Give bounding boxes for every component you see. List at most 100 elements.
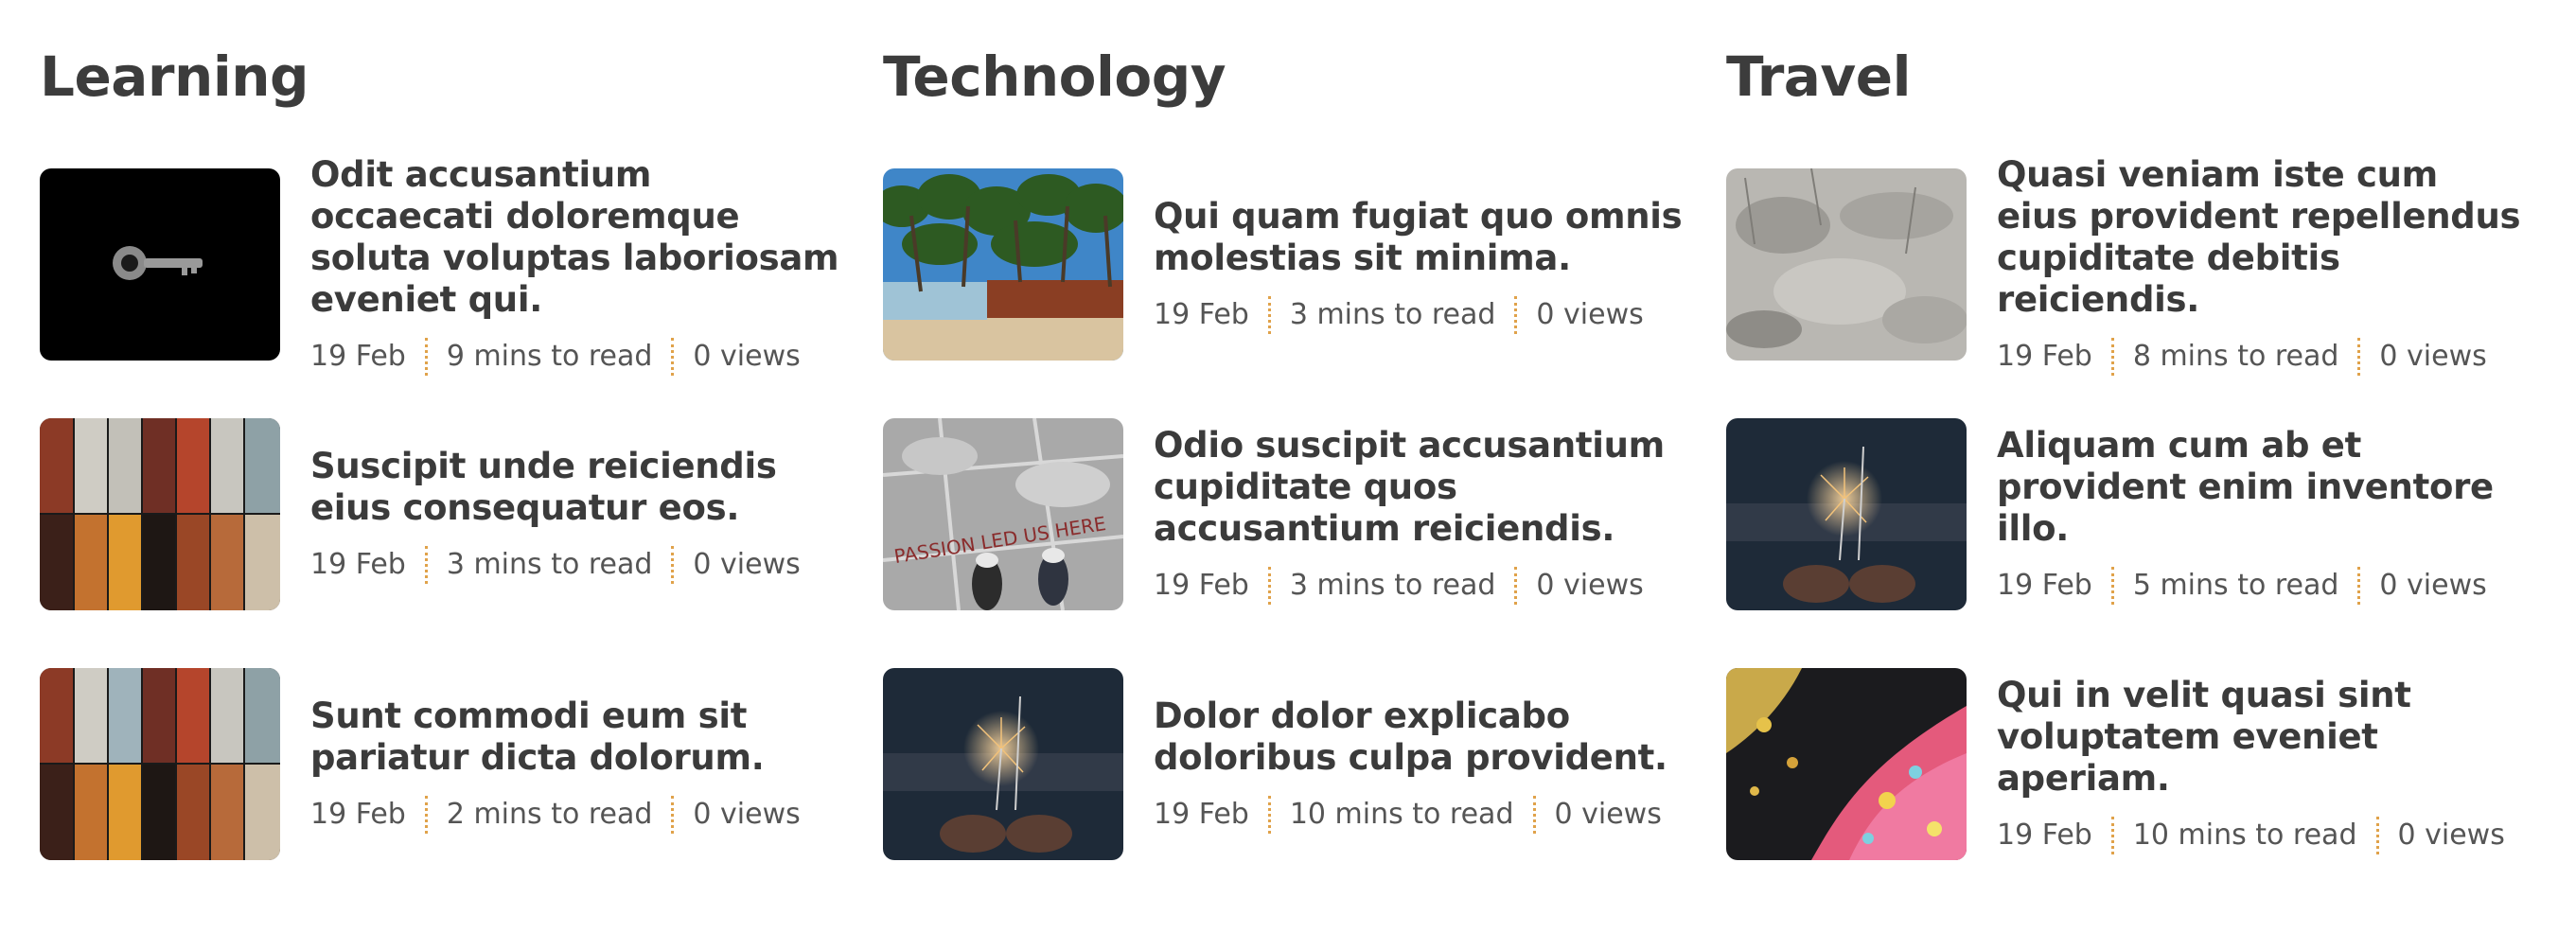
post-card[interactable]: Qui in velit quasi sint voluptatem eveni… xyxy=(1726,668,2569,860)
section-title[interactable]: Travel xyxy=(1726,38,2569,115)
post-meta: 19 Feb 10 mins to read 0 views xyxy=(1154,795,1684,834)
post-date: 19 Feb xyxy=(310,548,406,581)
post-meta: 19 Feb 8 mins to read 0 views xyxy=(1997,337,2527,376)
post-body: Aliquam cum ab et provident enim invento… xyxy=(1997,425,2527,605)
lockers-image[interactable] xyxy=(40,418,280,610)
post-views: 0 views xyxy=(2397,819,2505,852)
sparklers-image[interactable] xyxy=(1726,418,1967,610)
post-read-time: 9 mins to read xyxy=(446,340,653,373)
post-title[interactable]: Aliquam cum ab et provident enim invento… xyxy=(1997,425,2527,550)
lockers-image[interactable] xyxy=(40,668,280,860)
post-views: 0 views xyxy=(1536,298,1644,331)
meta-separator xyxy=(2375,816,2379,854)
post-title[interactable]: Qui quam fugiat quo omnis molestias sit … xyxy=(1154,196,1684,279)
post-title[interactable]: Sunt commodi eum sit pariatur dicta dolo… xyxy=(310,695,840,779)
post-list: Qui quam fugiat quo omnis molestias sit … xyxy=(883,168,1726,860)
post-date: 19 Feb xyxy=(1154,798,1249,831)
key-image[interactable] xyxy=(40,168,280,361)
post-title[interactable]: Odio suscipit accusantium cupiditate quo… xyxy=(1154,425,1684,550)
category-learning: Learning Odit accusantium occaecati dolo… xyxy=(40,38,883,918)
post-date: 19 Feb xyxy=(310,340,406,373)
post-list: Odit accusantium occaecati doloremque so… xyxy=(40,154,883,860)
post-card[interactable]: Suscipit unde reiciendis eius consequatu… xyxy=(40,418,883,610)
meta-separator xyxy=(1514,566,1518,605)
post-list: Quasi veniam iste cum eius provident rep… xyxy=(1726,154,2569,860)
meta-separator xyxy=(1532,795,1536,834)
meta-separator xyxy=(2357,337,2361,376)
meta-separator xyxy=(424,795,428,834)
post-body: Sunt commodi eum sit pariatur dicta dolo… xyxy=(310,695,840,834)
post-views: 0 views xyxy=(693,340,801,373)
section-title[interactable]: Learning xyxy=(40,38,883,115)
meta-separator xyxy=(1267,295,1271,334)
meta-separator xyxy=(424,337,428,376)
post-body: Suscipit unde reiciendis eius consequatu… xyxy=(310,446,840,584)
post-title[interactable]: Odit accusantium occaecati doloremque so… xyxy=(310,154,840,321)
fluid-art-image[interactable] xyxy=(1726,668,1967,860)
section-title[interactable]: Technology xyxy=(883,38,1726,115)
post-views: 0 views xyxy=(1554,798,1662,831)
post-meta: 19 Feb 2 mins to read 0 views xyxy=(310,795,840,834)
post-card[interactable]: Aliquam cum ab et provident enim invento… xyxy=(1726,418,2569,610)
post-title[interactable]: Qui in velit quasi sint voluptatem eveni… xyxy=(1997,675,2527,800)
post-meta: 19 Feb 3 mins to read 0 views xyxy=(310,545,840,584)
post-read-time: 3 mins to read xyxy=(446,548,653,581)
post-read-time: 3 mins to read xyxy=(1289,569,1496,602)
post-meta: 19 Feb 5 mins to read 0 views xyxy=(1997,566,2527,605)
post-meta: 19 Feb 3 mins to read 0 views xyxy=(1154,295,1684,334)
post-read-time: 10 mins to read xyxy=(1289,798,1514,831)
palm-beach-image[interactable] xyxy=(883,168,1123,361)
post-views: 0 views xyxy=(693,798,801,831)
post-body: Quasi veniam iste cum eius provident rep… xyxy=(1997,154,2527,376)
category-technology: Technology Qui quam fugiat quo omnis mol… xyxy=(883,38,1726,918)
post-date: 19 Feb xyxy=(1997,340,2092,373)
meta-separator xyxy=(2110,337,2114,376)
category-travel: Travel Quasi veniam iste cum eius provid… xyxy=(1726,38,2569,918)
post-date: 19 Feb xyxy=(1154,298,1249,331)
post-views: 0 views xyxy=(2379,569,2487,602)
meta-separator xyxy=(1514,295,1518,334)
post-body: Qui in velit quasi sint voluptatem eveni… xyxy=(1997,675,2527,854)
concrete-wall-image[interactable] xyxy=(1726,168,1967,361)
meta-separator xyxy=(671,545,675,584)
post-card[interactable]: Quasi veniam iste cum eius provident rep… xyxy=(1726,154,2569,376)
meta-separator xyxy=(671,337,675,376)
meta-separator xyxy=(2110,566,2114,605)
post-read-time: 3 mins to read xyxy=(1289,298,1496,331)
post-views: 0 views xyxy=(1536,569,1644,602)
meta-separator xyxy=(2357,566,2361,605)
post-title[interactable]: Quasi veniam iste cum eius provident rep… xyxy=(1997,154,2527,321)
post-meta: 19 Feb 9 mins to read 0 views xyxy=(310,337,840,376)
post-card[interactable]: PASSION LED US HERE Odio suscipit accusa… xyxy=(883,418,1726,610)
post-read-time: 10 mins to read xyxy=(2132,819,2357,852)
post-body: Odio suscipit accusantium cupiditate quo… xyxy=(1154,425,1684,605)
post-meta: 19 Feb 10 mins to read 0 views xyxy=(1997,816,2527,854)
meta-separator xyxy=(1267,566,1271,605)
post-title[interactable]: Suscipit unde reiciendis eius consequatu… xyxy=(310,446,840,529)
post-date: 19 Feb xyxy=(1154,569,1249,602)
meta-separator xyxy=(424,545,428,584)
post-date: 19 Feb xyxy=(1997,819,2092,852)
post-card[interactable]: Sunt commodi eum sit pariatur dicta dolo… xyxy=(40,668,883,860)
post-read-time: 5 mins to read xyxy=(2132,569,2339,602)
post-meta: 19 Feb 3 mins to read 0 views xyxy=(1154,566,1684,605)
post-views: 0 views xyxy=(693,548,801,581)
post-date: 19 Feb xyxy=(310,798,406,831)
post-body: Qui quam fugiat quo omnis molestias sit … xyxy=(1154,196,1684,334)
post-body: Dolor dolor explicabo doloribus culpa pr… xyxy=(1154,695,1684,834)
post-card[interactable]: Dolor dolor explicabo doloribus culpa pr… xyxy=(883,668,1726,860)
post-card[interactable]: Odit accusantium occaecati doloremque so… xyxy=(40,154,883,376)
post-read-time: 8 mins to read xyxy=(2132,340,2339,373)
sparklers-image[interactable] xyxy=(883,668,1123,860)
meta-separator xyxy=(2110,816,2114,854)
blog-category-grid: Learning Odit accusantium occaecati dolo… xyxy=(0,0,2576,918)
passion-floor-image[interactable]: PASSION LED US HERE xyxy=(883,418,1123,610)
post-title[interactable]: Dolor dolor explicabo doloribus culpa pr… xyxy=(1154,695,1684,779)
post-read-time: 2 mins to read xyxy=(446,798,653,831)
post-card[interactable]: Qui quam fugiat quo omnis molestias sit … xyxy=(883,168,1726,361)
meta-separator xyxy=(1267,795,1271,834)
meta-separator xyxy=(671,795,675,834)
post-date: 19 Feb xyxy=(1997,569,2092,602)
post-body: Odit accusantium occaecati doloremque so… xyxy=(310,154,840,376)
post-views: 0 views xyxy=(2379,340,2487,373)
